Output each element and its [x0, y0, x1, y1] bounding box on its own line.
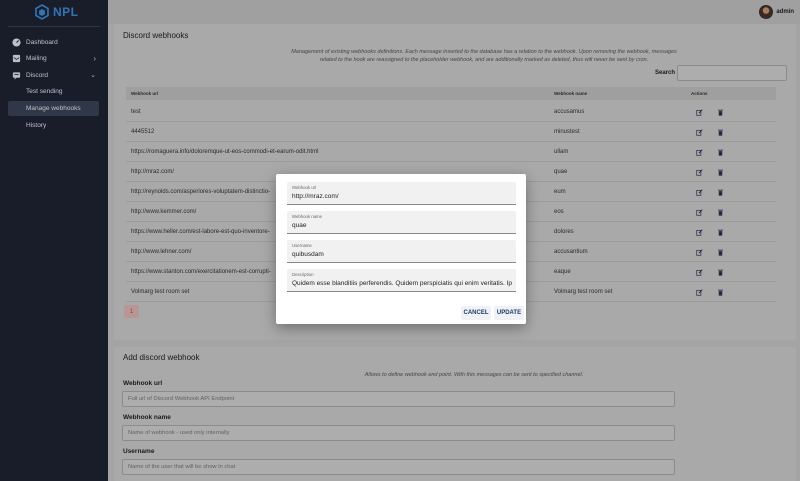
- modal-name-field[interactable]: Webhook name quae: [287, 211, 516, 234]
- field-value: http://mraz.com/: [292, 193, 339, 200]
- field-label: Description: [292, 272, 314, 277]
- field-label: Webhook name: [292, 214, 323, 219]
- cancel-button[interactable]: CANCEL: [461, 306, 491, 320]
- field-value: Quidem esse blanditiis perferendis. Quid…: [292, 280, 512, 287]
- field-value: quae: [292, 222, 307, 229]
- field-value: quibusdam: [292, 251, 324, 258]
- field-label: Webhook url: [292, 185, 317, 190]
- modal-description-field[interactable]: Description Quidem esse blanditiis perfe…: [287, 269, 516, 292]
- edit-webhook-dialog: Webhook url http://mraz.com/ Webhook nam…: [276, 174, 526, 324]
- field-label: Username: [292, 243, 312, 248]
- modal-url-field[interactable]: Webhook url http://mraz.com/: [287, 182, 516, 205]
- modal-username-field[interactable]: Username quibusdam: [287, 240, 516, 263]
- update-button[interactable]: UPDATE: [494, 306, 524, 320]
